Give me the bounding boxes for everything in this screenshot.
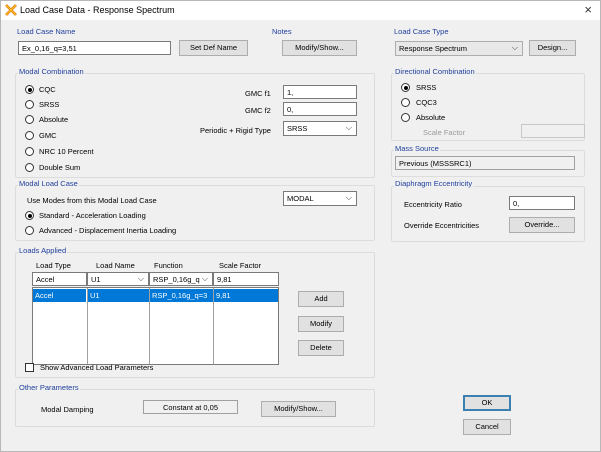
modify-load-button[interactable]: Modify bbox=[298, 316, 344, 332]
show-advanced-checkbox[interactable] bbox=[25, 363, 34, 372]
cancel-button[interactable]: Cancel bbox=[463, 419, 511, 435]
table-cell-load-name[interactable]: U1 bbox=[88, 289, 149, 302]
load-case-type-select[interactable]: Response Spectrum ⌵ bbox=[395, 41, 523, 56]
eccentricity-ratio-label: Eccentricity Ratio bbox=[404, 200, 462, 209]
table-cell-scale-factor[interactable]: 9,81 bbox=[214, 289, 278, 302]
notes-title: Notes bbox=[272, 27, 292, 36]
radio-standard-acceleration-label: Standard - Acceleration Loading bbox=[39, 211, 146, 220]
col-header-load-name: Load Name bbox=[96, 261, 135, 270]
edit-load-name-select[interactable]: U1 ⌵ bbox=[87, 272, 149, 286]
loads-applied-title: Loads Applied bbox=[18, 246, 68, 255]
periodic-rigid-type-label: Periodic + Rigid Type bbox=[200, 126, 271, 135]
load-case-type-value: Response Spectrum bbox=[399, 44, 467, 53]
radio-cqc[interactable] bbox=[25, 85, 34, 94]
radio-gmc[interactable] bbox=[25, 131, 34, 140]
radio-absolute[interactable] bbox=[25, 115, 34, 124]
gmc-f1-label: GMC f1 bbox=[245, 89, 271, 98]
table-cell-load-type[interactable]: Accel bbox=[33, 289, 86, 302]
col-header-function: Function bbox=[154, 261, 183, 270]
radio-absolute-label: Absolute bbox=[39, 115, 69, 124]
chevron-down-icon: ⌵ bbox=[201, 274, 208, 283]
radio-gmc-label: GMC bbox=[39, 131, 57, 140]
app-logo-icon bbox=[5, 4, 17, 16]
ok-button[interactable]: OK bbox=[463, 395, 511, 411]
load-case-name-title: Load Case Name bbox=[17, 27, 76, 36]
radio-cqc-label: CQC bbox=[39, 85, 56, 94]
edit-load-type-value: Accel bbox=[36, 275, 55, 284]
radio-srss[interactable] bbox=[25, 100, 34, 109]
radio-standard-acceleration[interactable] bbox=[25, 211, 34, 220]
gmc-f2-label: GMC f2 bbox=[245, 106, 271, 115]
modal-load-case-value: MODAL bbox=[287, 194, 314, 203]
col-header-load-type: Load Type bbox=[36, 261, 71, 270]
show-advanced-label: Show Advanced Load Parameters bbox=[40, 363, 154, 372]
chevron-down-icon: ⌵ bbox=[345, 193, 352, 202]
design-button[interactable]: Design... bbox=[529, 40, 576, 56]
modal-damping-label: Modal Damping bbox=[41, 405, 94, 414]
other-parameters-title: Other Parameters bbox=[18, 383, 80, 392]
override-eccentricities-label: Override Eccentricities bbox=[404, 221, 480, 230]
radio-nrc-10-percent[interactable] bbox=[25, 147, 34, 156]
radio-dir-absolute[interactable] bbox=[401, 113, 410, 122]
radio-dir-srss-label: SRSS bbox=[416, 83, 437, 92]
radio-dir-cqc3[interactable] bbox=[401, 98, 410, 107]
dialog-window: Load Case Data - Response Spectrum × Loa… bbox=[0, 0, 601, 452]
edit-function-value: RSP_0,16g_q bbox=[153, 275, 200, 284]
mass-source-field: Previous (MSSSRC1) bbox=[395, 156, 575, 170]
edit-function-select[interactable]: RSP_0,16g_q ⌵ bbox=[149, 272, 213, 286]
radio-nrc-10-percent-label: NRC 10 Percent bbox=[39, 147, 94, 156]
edit-scale-factor-input[interactable]: 9,81 bbox=[213, 272, 279, 286]
chevron-down-icon: ⌵ bbox=[345, 123, 352, 132]
periodic-rigid-type-value: SRSS bbox=[287, 124, 308, 133]
radio-dir-srss[interactable] bbox=[401, 83, 410, 92]
table-cell-function[interactable]: RSP_0,16g_q=3 bbox=[150, 289, 213, 302]
window-title: Load Case Data - Response Spectrum bbox=[20, 5, 175, 15]
title-bar: Load Case Data - Response Spectrum × bbox=[1, 1, 600, 20]
diaphragm-eccentricity-group bbox=[391, 186, 585, 242]
eccentricity-ratio-input[interactable]: 0, bbox=[509, 196, 575, 210]
gmc-f2-input[interactable]: 0, bbox=[283, 102, 357, 116]
modal-load-case-title: Modal Load Case bbox=[18, 179, 79, 188]
modal-load-case-select[interactable]: MODAL ⌵ bbox=[283, 191, 357, 206]
edit-load-type-select[interactable]: Accel bbox=[32, 272, 87, 286]
notes-modify-show-button[interactable]: Modify/Show... bbox=[282, 40, 357, 56]
modal-combination-title: Modal Combination bbox=[18, 67, 85, 76]
radio-dir-absolute-label: Absolute bbox=[416, 113, 446, 122]
load-case-type-title: Load Case Type bbox=[394, 27, 449, 36]
periodic-rigid-type-select[interactable]: SRSS ⌵ bbox=[283, 121, 357, 136]
edit-load-name-value: U1 bbox=[91, 275, 101, 284]
radio-double-sum-label: Double Sum bbox=[39, 163, 81, 172]
scale-factor-label: Scale Factor bbox=[423, 128, 466, 137]
radio-advanced-displacement-label: Advanced - Displacement Inertia Loading bbox=[39, 226, 177, 235]
add-load-button[interactable]: Add bbox=[298, 291, 344, 307]
radio-dir-cqc3-label: CQC3 bbox=[416, 98, 437, 107]
scale-factor-input[interactable] bbox=[521, 124, 585, 138]
diaphragm-eccentricity-title: Diaphragm Eccentricity bbox=[394, 179, 474, 188]
col-header-scale-factor: Scale Factor bbox=[219, 261, 262, 270]
chevron-down-icon: ⌵ bbox=[511, 43, 518, 52]
radio-double-sum[interactable] bbox=[25, 163, 34, 172]
chevron-down-icon: ⌵ bbox=[137, 274, 144, 283]
radio-srss-label: SRSS bbox=[39, 100, 60, 109]
modal-damping-field: Constant at 0,05 bbox=[143, 400, 238, 414]
use-modes-label: Use Modes from this Modal Load Case bbox=[27, 196, 157, 205]
override-button[interactable]: Override... bbox=[509, 217, 575, 233]
radio-advanced-displacement[interactable] bbox=[25, 226, 34, 235]
gmc-f1-input[interactable]: 1, bbox=[283, 85, 357, 99]
mass-source-title: Mass Source bbox=[394, 144, 440, 153]
loads-table: Accel U1 RSP_0,16g_q=3 9,81 bbox=[32, 287, 279, 365]
load-case-name-input[interactable]: Ex_0,16_q=3,51 bbox=[18, 41, 171, 55]
other-modify-show-button[interactable]: Modify/Show... bbox=[261, 401, 336, 417]
set-def-name-button[interactable]: Set Def Name bbox=[179, 40, 248, 56]
close-icon[interactable]: × bbox=[584, 2, 592, 18]
delete-load-button[interactable]: Delete bbox=[298, 340, 344, 356]
directional-combination-title: Directional Combination bbox=[394, 67, 476, 76]
